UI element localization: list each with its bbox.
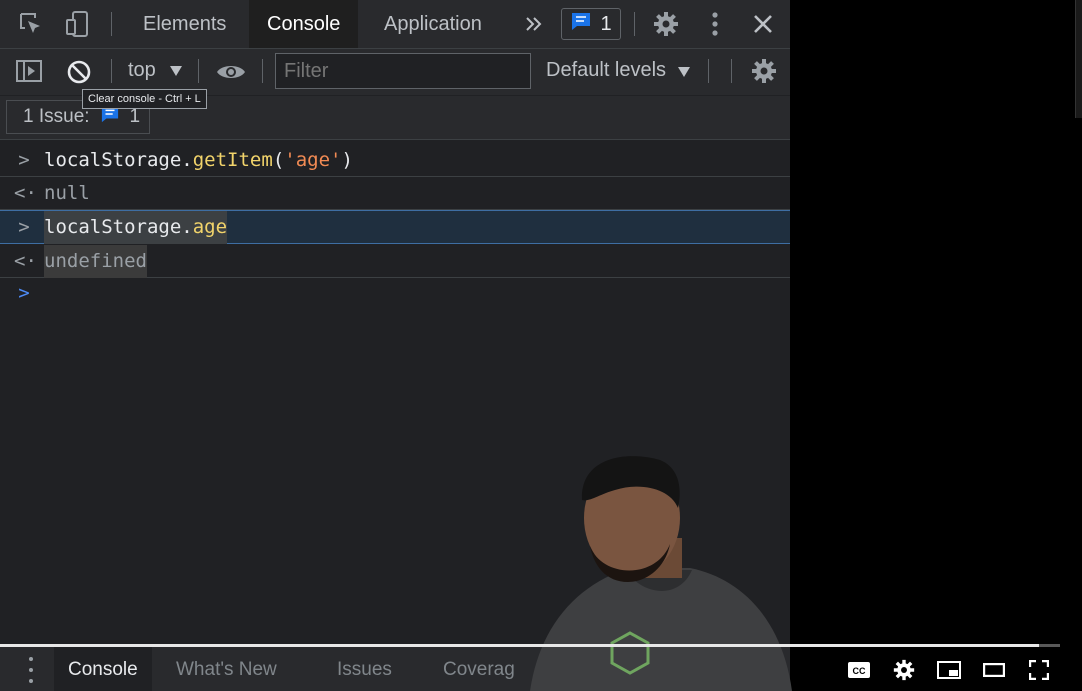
code-dot: . [181,216,193,238]
presenter-video-overlay [530,456,792,691]
separator [634,12,635,36]
scrollbar[interactable] [1075,0,1082,118]
issues-label: 1 Issue: [23,106,90,127]
issues-badge-button[interactable]: 1 [561,8,621,40]
chevron-down-icon[interactable] [678,64,690,82]
separator [198,59,199,83]
output-value: null [44,182,90,204]
code-paren: ) [341,149,353,171]
console-prompt[interactable]: > [14,282,34,304]
drawer-tab-issues[interactable]: Issues [323,647,406,691]
clear-console-tooltip: Clear console - Ctrl + L [82,89,207,109]
svg-text:CC: CC [853,666,866,676]
code-method: getItem [192,149,273,171]
video-background [790,0,1082,691]
tab-elements[interactable]: Elements [125,0,244,48]
inspect-element-icon[interactable] [16,9,46,39]
tab-application[interactable]: Application [366,0,500,48]
device-toolbar-icon[interactable] [63,9,93,39]
code-property: age [192,216,228,238]
separator [262,59,263,83]
issues-count: 1 [129,106,141,127]
input-chevron-icon: > [18,216,30,238]
drawer-menu-icon[interactable] [22,657,40,683]
code-object: localStorage [44,216,182,238]
devtools-tabbar: Elements Console Application 1 [0,0,790,49]
code-object: localStorage [44,149,182,171]
console-output-row: <· null [0,177,790,210]
eye-icon[interactable] [216,57,246,87]
code-paren: ( [272,149,285,171]
kebab-menu-icon[interactable] [700,9,730,39]
log-levels-dropdown[interactable]: Default levels [546,59,666,82]
output-arrow-icon: <· [14,250,37,272]
code-string: 'age' [284,149,342,171]
output-value: undefined [44,245,147,278]
input-chevron-icon: > [18,149,30,171]
code-dot: . [181,149,193,171]
more-tabs-icon[interactable] [519,9,549,39]
close-icon[interactable] [748,9,778,39]
separator [111,12,112,36]
console-settings-gear-icon[interactable] [749,56,779,86]
drawer-tab-coverage[interactable]: Coverag [429,647,529,691]
settings-gear-icon[interactable] [651,9,681,39]
fullscreen-icon[interactable] [1024,655,1054,685]
video-progress-bar[interactable] [0,644,1060,647]
captions-icon[interactable]: CC [844,655,874,685]
separator [708,59,709,83]
console-input-row-selected[interactable]: > localStorage.age [0,210,790,244]
drawer-tab-console[interactable]: Console [54,647,152,691]
issues-badge-count: 1 [600,12,612,35]
clear-console-icon[interactable] [64,57,94,87]
tab-console[interactable]: Console [249,0,359,48]
chevron-down-icon[interactable] [170,63,182,81]
theater-icon[interactable] [979,655,1009,685]
sidebar-toggle-icon[interactable] [14,56,44,86]
drawer-tab-whats-new[interactable]: What's New [162,647,291,691]
separator [731,59,732,83]
filter-input[interactable] [275,53,531,89]
context-selector[interactable]: top [128,59,156,82]
separator [111,59,112,83]
miniplayer-icon[interactable] [934,655,964,685]
settings-icon[interactable] [889,655,919,685]
console-output-row: <· undefined [0,245,790,278]
message-icon [570,11,592,37]
console-input-row[interactable]: > localStorage.getItem('age') [0,144,790,177]
video-progress-fill [0,644,1039,647]
output-arrow-icon: <· [14,182,37,204]
